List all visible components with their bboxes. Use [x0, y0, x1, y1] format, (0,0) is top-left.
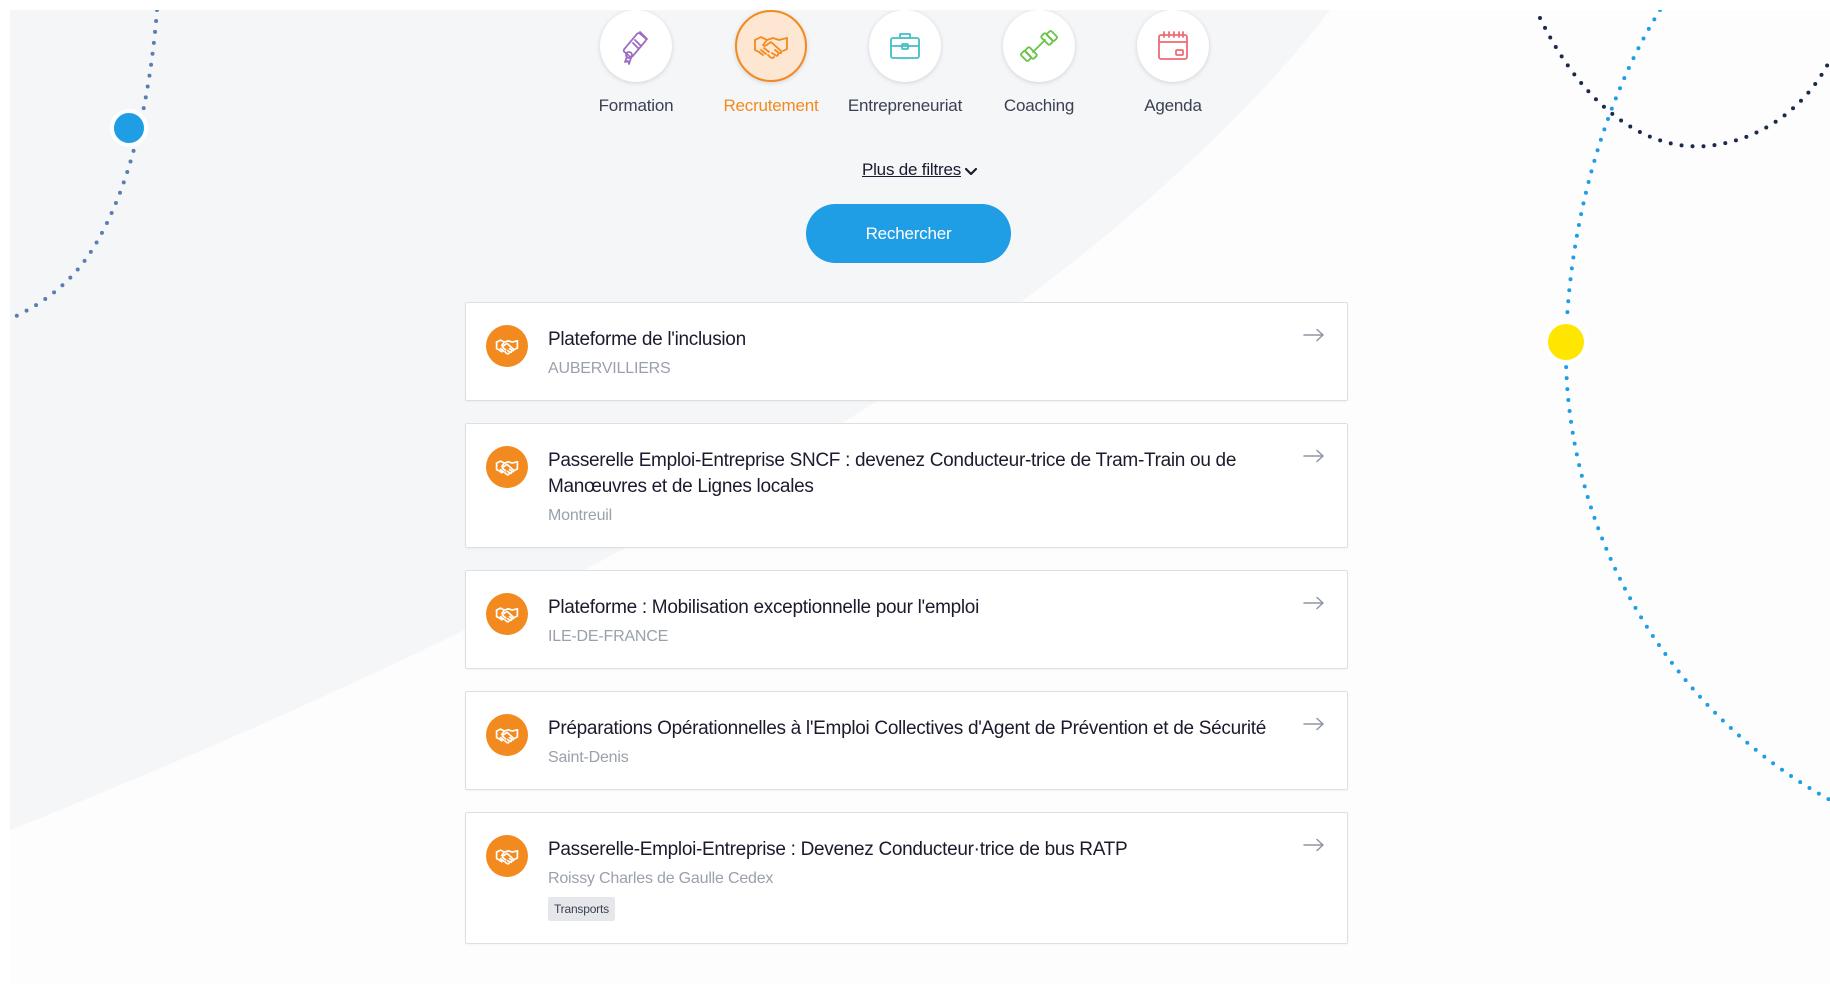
dumbbell-icon — [1020, 30, 1058, 62]
more-filters-row: Plus de filtres — [10, 160, 1830, 180]
more-filters-link[interactable]: Plus de filtres — [862, 160, 978, 179]
category-formation-label: Formation — [598, 96, 674, 115]
result-title: Plateforme de l'inclusion — [548, 329, 746, 350]
result-category-badge — [486, 593, 528, 635]
result-location: Saint-Denis — [548, 749, 629, 766]
category-agenda-label: Agenda — [1144, 96, 1202, 115]
arrow-right-icon — [1303, 328, 1324, 342]
arrow-right-icon — [1303, 717, 1324, 731]
arrow-right-icon — [1303, 449, 1324, 463]
result-arrow[interactable] — [1303, 449, 1325, 468]
result-category-badge — [486, 835, 528, 877]
more-filters-label: Plus de filtres — [861, 160, 962, 179]
handshake-icon — [754, 36, 788, 59]
result-card[interactable]: Passerelle Emploi-Entreprise SNCF : deve… — [465, 423, 1348, 548]
handshake-icon — [495, 460, 519, 476]
briefcase-icon — [890, 33, 920, 59]
category-coaching-label: Coaching — [1003, 96, 1075, 115]
result-title: Plateforme : Mobilisation exceptionnelle… — [548, 597, 979, 618]
page-canvas: Formation Recrutement Entrepreneuriat Co… — [10, 10, 1830, 984]
category-coaching[interactable]: Coaching — [974, 10, 1104, 116]
category-filters: Formation Recrutement Entrepreneuriat Co… — [10, 10, 1830, 130]
category-formation-circle — [600, 10, 672, 82]
result-location: ILE-DE-FRANCE — [548, 628, 669, 645]
result-title: Passerelle Emploi-Entreprise SNCF : deve… — [548, 450, 1237, 497]
result-card[interactable]: Passerelle-Emploi-Entreprise : Devenez C… — [465, 812, 1348, 944]
handshake-icon — [495, 607, 519, 623]
result-card[interactable]: Plateforme de l'inclusion AUBERVILLIERS — [465, 302, 1348, 401]
result-category-badge — [486, 446, 528, 488]
category-entrepreneuriat-circle — [869, 10, 941, 82]
result-location: Roissy Charles de Gaulle Cedex — [548, 870, 774, 887]
result-tag: Transports — [548, 897, 615, 921]
calendar-icon — [1158, 31, 1188, 60]
result-location: AUBERVILLIERS — [548, 360, 671, 377]
result-category-badge — [486, 325, 528, 367]
category-formation[interactable]: Formation — [571, 10, 701, 116]
arrow-right-icon — [1303, 838, 1324, 852]
search-button[interactable]: Rechercher — [806, 204, 1011, 263]
result-category-badge — [486, 714, 528, 756]
category-recrutement-circle — [735, 10, 807, 82]
result-arrow[interactable] — [1303, 717, 1325, 736]
arrow-right-icon — [1303, 596, 1324, 610]
result-card[interactable]: Plateforme : Mobilisation exceptionnelle… — [465, 570, 1348, 669]
result-arrow[interactable] — [1303, 328, 1325, 347]
category-recrutement[interactable]: Recrutement — [706, 10, 836, 116]
category-agenda-circle — [1137, 10, 1209, 82]
diploma-icon — [622, 31, 648, 65]
category-coaching-circle — [1003, 10, 1075, 82]
category-agenda[interactable]: Agenda — [1108, 10, 1238, 116]
category-entrepreneuriat[interactable]: Entrepreneuriat — [840, 10, 970, 116]
result-title: Passerelle-Emploi-Entreprise : Devenez C… — [548, 839, 1128, 860]
handshake-icon — [495, 849, 519, 865]
result-title: Préparations Opérationnelles à l'Emploi … — [548, 718, 1267, 739]
result-card[interactable]: Préparations Opérationnelles à l'Emploi … — [465, 691, 1348, 790]
handshake-icon — [495, 339, 519, 355]
result-location: Montreuil — [548, 507, 613, 524]
results-list: Plateforme de l'inclusion AUBERVILLIERS Pa… — [465, 302, 1348, 966]
category-entrepreneuriat-label: Entrepreneuriat — [847, 96, 963, 115]
result-arrow[interactable] — [1303, 596, 1325, 615]
category-recrutement-label: Recrutement — [723, 96, 819, 115]
result-arrow[interactable] — [1303, 838, 1325, 857]
handshake-icon — [495, 728, 519, 744]
chevron-down-icon — [964, 167, 978, 176]
